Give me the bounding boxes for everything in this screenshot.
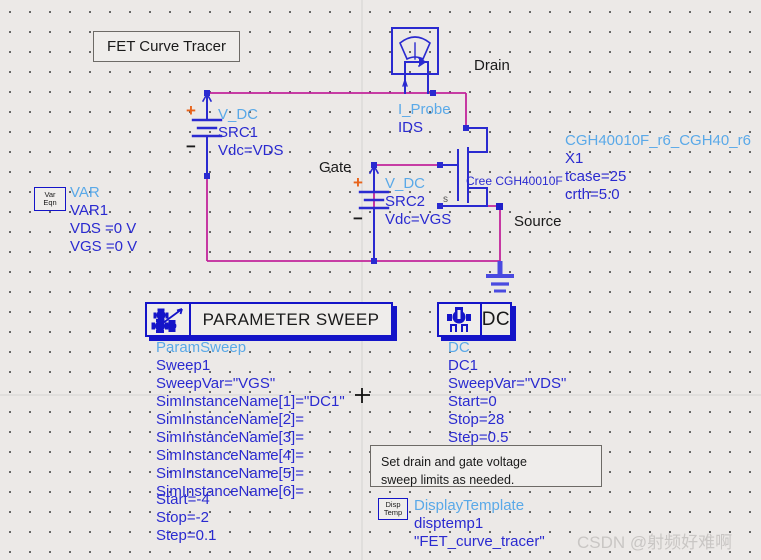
watermark: CSDN @射频好难啊 [577, 533, 733, 552]
crosshair-cursor [355, 388, 370, 403]
